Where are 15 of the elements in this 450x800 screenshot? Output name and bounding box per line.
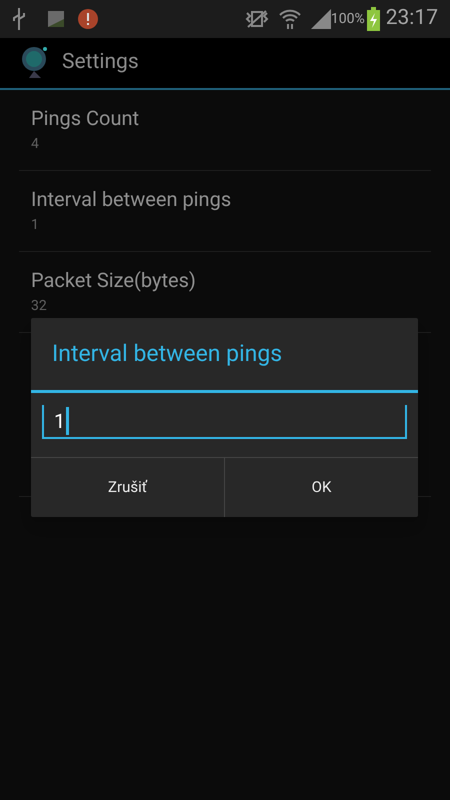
alert-icon [78, 9, 98, 29]
wifi-icon [278, 8, 301, 30]
screen-title: Settings [62, 49, 139, 76]
vibrate-icon [244, 9, 269, 29]
dialog-button[interactable]: Zrušiť [31, 458, 224, 517]
battery-percent: 100% [330, 10, 365, 28]
network-icon [48, 11, 64, 27]
preference-item[interactable]: Interval between pings 1 [19, 171, 431, 252]
preference-item[interactable]: Pings Count 4 [19, 90, 431, 171]
clock: 23:17 [386, 5, 438, 32]
signal-icon [310, 9, 331, 29]
dialog-title: Interval between pings [52, 338, 282, 369]
battery-charging-icon [366, 7, 380, 31]
text-input-field[interactable]: 1 [42, 405, 407, 439]
dialog-button[interactable]: OK [224, 458, 418, 517]
